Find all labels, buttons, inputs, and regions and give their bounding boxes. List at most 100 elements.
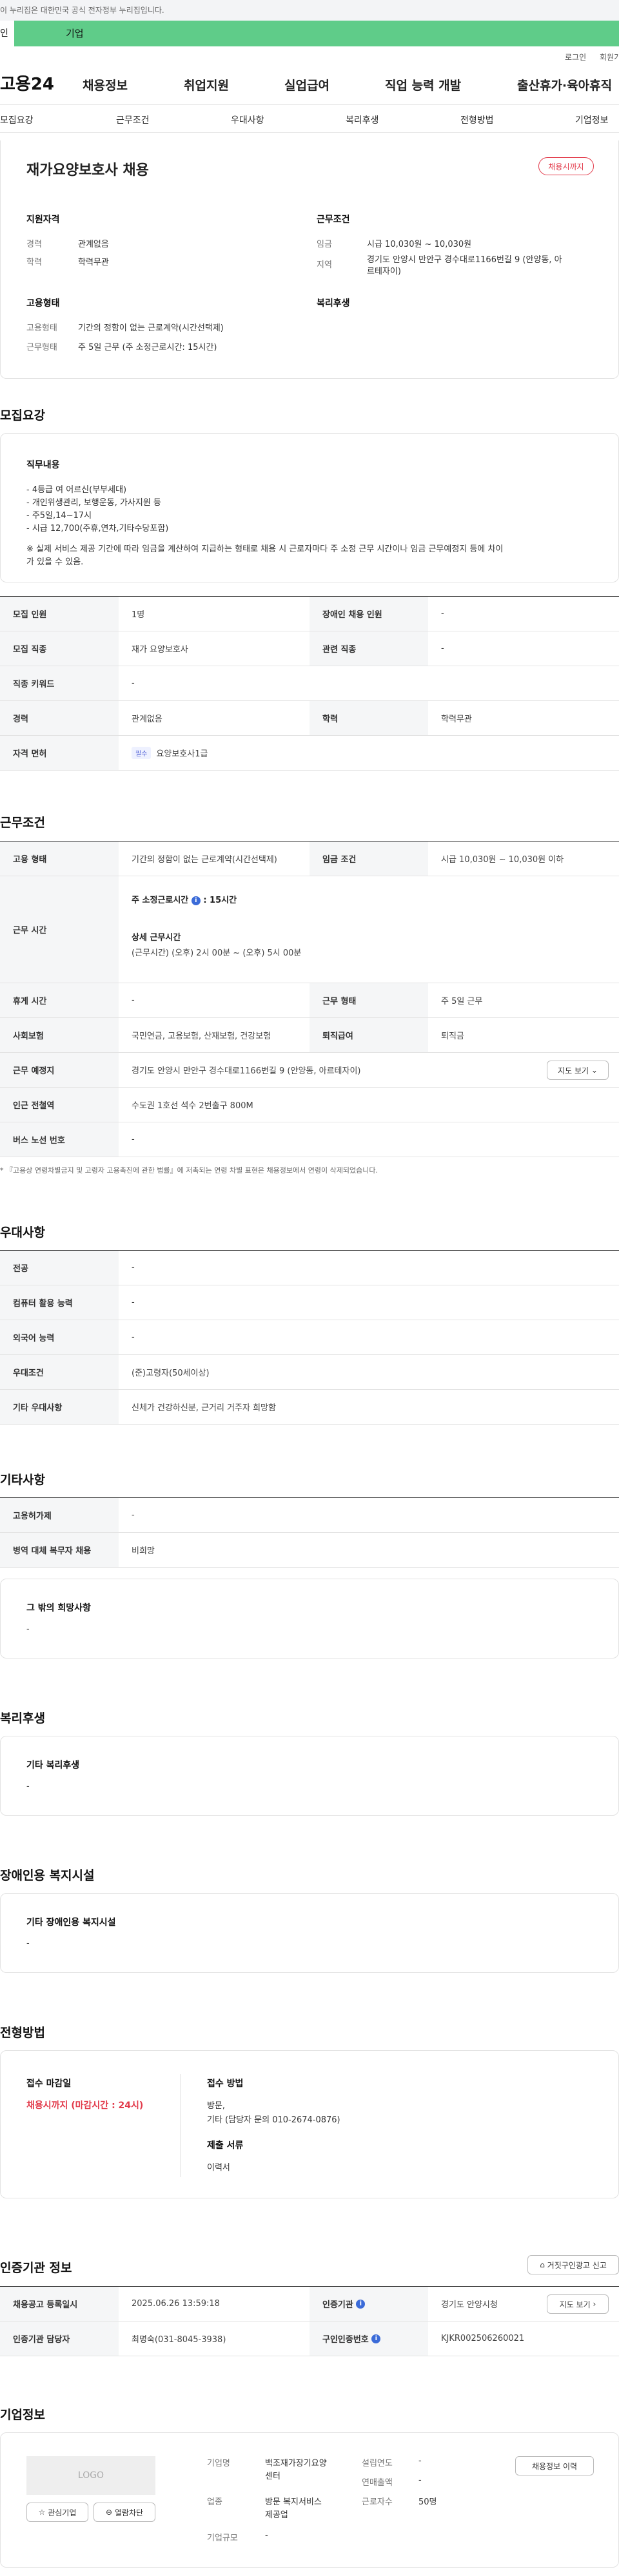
conditions-heading: 근무조건 (0, 816, 45, 830)
name-label: 기업명 (207, 2459, 230, 2468)
row-label: 관련 직종 (310, 631, 428, 666)
size-label: 기업규모 (207, 2533, 238, 2543)
row-value: - (132, 1135, 135, 1144)
career-label: 경력 (26, 240, 42, 249)
block-icon: ⊖ (105, 2508, 113, 2517)
disab-heading: 장애인용 복지시설 (0, 1869, 95, 1883)
method-value: 방문, (207, 2101, 226, 2111)
join-link[interactable]: 회원가 (600, 52, 619, 62)
table-row: 우대조건 (준)고령자(50세이상) (0, 1355, 619, 1390)
row-label: 직종 키워드 (0, 666, 119, 700)
auth-bar: 인 기업 (0, 21, 619, 46)
table-row: 직종 키워드 - (0, 666, 619, 701)
year-value: - (418, 2456, 422, 2466)
age-footnote: * 『고용상 연령차별금지 및 고령자 고용촉진에 관한 법률』에 저촉되는 연… (0, 1166, 378, 1175)
row-label: 병역 대체 복무자 채용 (0, 1533, 119, 1567)
etc-box: 그 밖의 희망사항 - (0, 1579, 619, 1658)
gnb-item[interactable]: 실업급여 (284, 76, 329, 93)
disab-box: 기타 장애인용 복지시설 - (0, 1893, 619, 1973)
info-icon[interactable]: i (371, 2334, 381, 2343)
area-value: 경기도 안양시 만안구 경수대로1166번길 9 (안양동, 아 (367, 255, 562, 265)
tab-company[interactable]: 기업정보 (575, 113, 609, 126)
welfare-box: 기타 복리후생 - (0, 1736, 619, 1816)
auth-personal[interactable]: 인 (0, 21, 14, 46)
disab-box-heading: 기타 장애인용 복지시설 (26, 1918, 116, 1928)
table-row: 사회보험 국민연금, 고용보험, 산재보험, 건강보험 퇴직급여 퇴직금 (0, 1018, 619, 1053)
table-row: 컴퓨터 활용 능력 - (0, 1285, 619, 1320)
row-label: 인근 전철역 (0, 1088, 119, 1122)
sales-label: 연매출액 (362, 2478, 393, 2488)
row-value: - (132, 1298, 135, 1307)
table-row: 자격 면허 필수 요양보호사1급 (0, 736, 619, 771)
gnb-item[interactable]: 채용정보 (83, 76, 128, 93)
row-value: - (441, 609, 444, 619)
industry-value: 방문 복지서비스 (265, 2497, 322, 2507)
report-button[interactable]: ⌂ 거짓구인광고 신고 (527, 2255, 619, 2274)
login-link[interactable]: 로그인 (565, 52, 586, 62)
tab-welfare[interactable]: 복리후생 (346, 113, 379, 126)
welfare-box-heading: 기타 복리후생 (26, 1760, 80, 1771)
industry-value-2: 제공업 (265, 2510, 288, 2520)
map-button[interactable]: 지도 보기 ⌄ (547, 1061, 609, 1080)
docs-heading: 제출 서류 (207, 2140, 244, 2151)
qual-heading: 지원자격 (26, 215, 60, 225)
etc-box-value: - (26, 1624, 30, 1634)
row-value: 재가 요양보호사 (132, 645, 188, 655)
employees-value: 50명 (418, 2497, 437, 2507)
row-value: 경기도 안양시청 (441, 2300, 498, 2310)
table-row: 근무 예정지 경기도 안양시 만안구 경수대로1166번길 9 (안양동, 아르… (0, 1053, 619, 1088)
emp-value: 기간의 정함이 없는 근로계약(시간선택제) (78, 323, 224, 333)
row-value: - (132, 1332, 135, 1342)
gnb-item[interactable]: 출산휴가·육아휴직 (517, 76, 612, 93)
tab-process[interactable]: 전형방법 (460, 113, 494, 126)
work-label: 근무형태 (26, 343, 57, 352)
recruit-table: 모집 인원 1명 장애인 채용 인원 - 모집 직종 재가 요양보호사 관련 직… (0, 596, 619, 771)
row-label: 버스 노선 번호 (0, 1122, 119, 1157)
row-value: - (132, 1510, 135, 1520)
table-row: 인근 전철역 수도권 1호선 석수 2번출구 800M (0, 1088, 619, 1122)
info-icon[interactable]: i (191, 896, 201, 905)
table-row: 휴게 시간 - 근무 형태 주 5일 근무 (0, 983, 619, 1018)
row-value: 학력무관 (441, 715, 472, 724)
company-heading: 기업정보 (0, 2408, 45, 2422)
required-tag: 필수 (132, 747, 152, 759)
area-label: 지역 (317, 260, 332, 270)
chevron-right-icon: › (593, 2300, 596, 2309)
duty-card: 직무내용 - 4등급 여 어르신(부부세대) - 개인위생관리, 보행운동, 가… (0, 433, 619, 582)
row-label: 외국어 능력 (0, 1320, 119, 1354)
row-label: 장애인 채용 인원 (310, 597, 428, 631)
deadline-value: 채용시까지 (마감시간 : 24시) (26, 2100, 144, 2111)
tab-conditions[interactable]: 근무조건 (116, 113, 150, 126)
section-tabs: 모집요강 근무조건 우대사항 복리후생 전형방법 기업정보 (0, 104, 619, 133)
row-value: 최명숙(031-8045-3938) (132, 2335, 226, 2345)
row-label: 모집 인원 (0, 597, 119, 631)
table-row: 버스 노선 번호 - (0, 1122, 619, 1157)
fav-company-button[interactable]: ☆ 관심기업 (26, 2503, 88, 2522)
area-value-2: 르테자이) (367, 267, 401, 276)
info-icon[interactable]: i (356, 2299, 366, 2309)
gnb-item[interactable]: 취업지원 (184, 76, 229, 93)
row-label: 구인인증번호 i (310, 2321, 428, 2356)
block-button[interactable]: ⊖ 열람차단 (93, 2503, 155, 2522)
welfare-heading: 복리후생 (317, 298, 350, 309)
row-label: 자격 면허 (0, 736, 119, 770)
row-value: (준)고령자(50세이상) (132, 1369, 210, 1378)
row-label: 채용공고 등록일시 (0, 2287, 119, 2321)
auth-company-tab[interactable]: 기업 (14, 21, 619, 46)
table-row: 채용공고 등록일시 2025.06.26 13:59:18 인증기관 i 경기도… (0, 2287, 619, 2321)
tab-preference[interactable]: 우대사항 (231, 113, 264, 126)
row-label: 고용 형태 (0, 841, 119, 876)
etc-box-heading: 그 밖의 희망사항 (26, 1603, 91, 1613)
duty-note-2: 가 있을 수 있음. (26, 557, 84, 567)
site-logo[interactable]: 고용24 (0, 71, 54, 95)
gov-banner: 이 누리집은 대한민국 공식 전자정부 누리집입니다. (0, 0, 619, 21)
table-row: 모집 직종 재가 요양보호사 관련 직종 - (0, 631, 619, 666)
agency-map-button[interactable]: 지도 보기 › (547, 2294, 609, 2314)
history-button[interactable]: 채용정보 이력 (515, 2456, 594, 2475)
tab-recruit[interactable]: 모집요강 (0, 113, 34, 126)
gnb-item[interactable]: 직업 능력 개발 (385, 76, 461, 93)
pref-heading: 우대사항 (0, 1226, 45, 1240)
table-row: 전공 - (0, 1251, 619, 1285)
job-title: 재가요양보호사 채용 (26, 162, 149, 178)
row-value: 경기도 안양시 만안구 경수대로1166번길 9 (안양동, 아르테자이) (132, 1066, 361, 1076)
